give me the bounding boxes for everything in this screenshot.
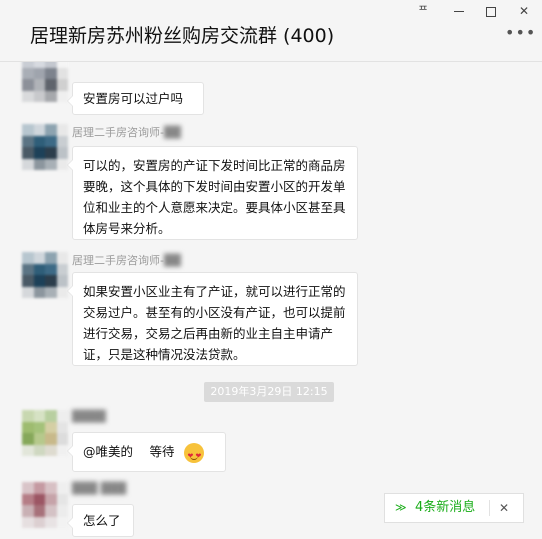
message-bubble[interactable]: 怎么了 — [67, 504, 134, 537]
new-messages-label[interactable]: 4条新消息 — [415, 494, 475, 522]
chat-title: 居理新房苏州粉丝购房交流群 (400) — [30, 25, 335, 47]
close-icon[interactable]: ✕ — [499, 494, 509, 522]
heart-eyes-emoji-icon — [184, 442, 205, 467]
message-bubble[interactable]: 可以的，安置房的产证下发时间比正常的商品房要晚，这个具体的下发时间由安置小区的开… — [67, 146, 358, 240]
double-chevron-down-icon: ≫ — [395, 501, 407, 514]
avatar[interactable] — [22, 62, 68, 102]
message-bubble[interactable]: @唯美的 等待 — [67, 432, 226, 472]
new-messages-notice[interactable]: ≫ 4条新消息 ✕ — [384, 493, 524, 523]
timestamp-divider: 2019年3月29日 12:15 — [204, 382, 334, 402]
divider — [489, 500, 490, 516]
sender-name: 居理二手房咨询师-██ — [72, 254, 181, 267]
maximize-icon[interactable] — [480, 2, 502, 20]
avatar[interactable] — [22, 252, 68, 298]
pin-icon[interactable]: ᄑ — [412, 2, 434, 20]
avatar[interactable] — [22, 482, 68, 528]
avatar[interactable] — [22, 410, 68, 456]
message-text: @唯美的 等待 — [83, 444, 175, 459]
chat-message-list[interactable]: 安置房可以过户吗 居理二手房咨询师-██ 可以的，安置房的产证下发时间比正常的商… — [0, 62, 542, 539]
more-menu-button[interactable]: ••• — [505, 25, 535, 41]
close-icon[interactable]: ✕ — [513, 2, 535, 20]
sender-name: ███ ███ — [72, 482, 127, 495]
message-bubble[interactable]: 如果安置小区业主有了产证，就可以进行正常的交易过户。甚至有的小区没有产证，也可以… — [67, 272, 358, 366]
sender-name: ████ — [72, 410, 106, 423]
chat-header: 居理新房苏州粉丝购房交流群 (400) ᄑ ✕ ••• — [0, 0, 542, 62]
sender-name: 居理二手房咨询师-██ — [72, 126, 181, 139]
minimize-icon[interactable] — [448, 2, 470, 20]
message-bubble[interactable]: 安置房可以过户吗 — [67, 82, 204, 115]
avatar[interactable] — [22, 124, 68, 170]
